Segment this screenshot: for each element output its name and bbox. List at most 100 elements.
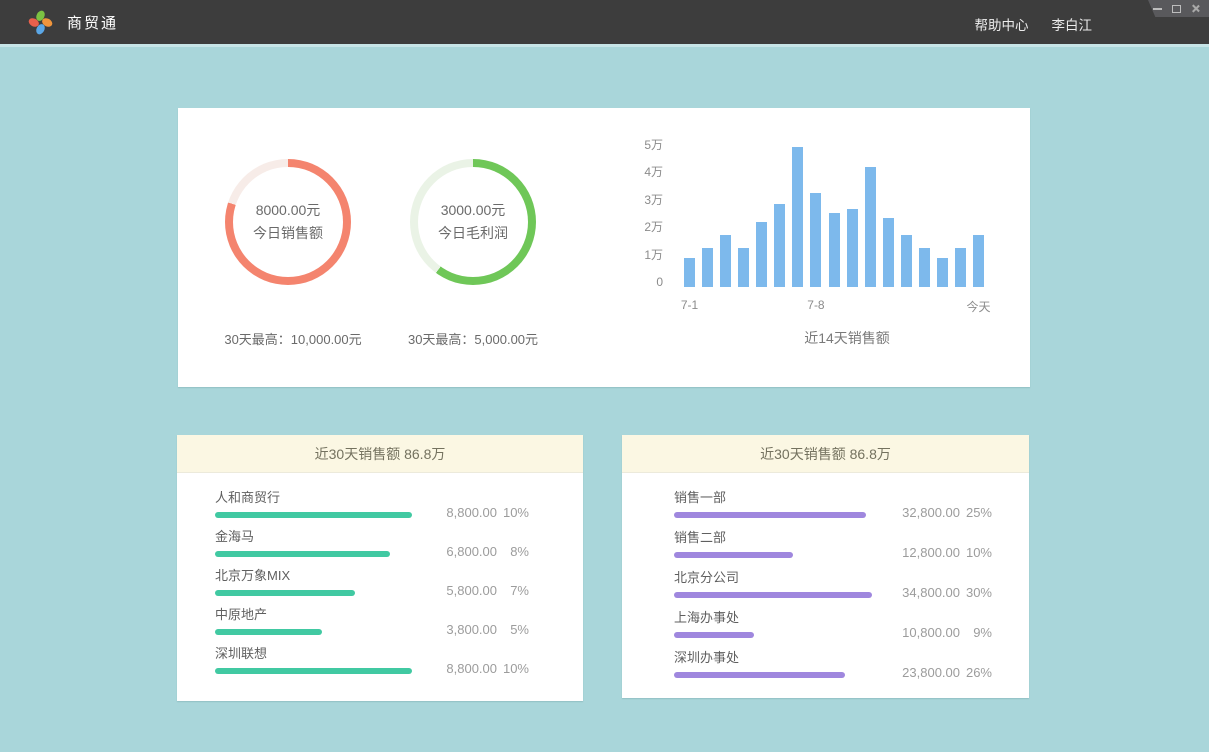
chart-bar bbox=[774, 204, 785, 287]
ranking-bar bbox=[215, 512, 412, 518]
ranking-value-group: 3,800.005% bbox=[421, 622, 529, 637]
ranking-value: 3,800.00 bbox=[421, 622, 497, 637]
chart-bar bbox=[684, 258, 695, 287]
ranking-value: 6,800.00 bbox=[421, 544, 497, 559]
donut-center: 8000.00元 今日销售额 bbox=[233, 167, 343, 277]
ranking-value: 8,800.00 bbox=[421, 661, 497, 676]
topbar: 商贸通 帮助中心 李白江 bbox=[0, 0, 1209, 47]
ranking-bar bbox=[215, 551, 390, 557]
ranking-percent: 30% bbox=[960, 585, 992, 600]
chart-bar bbox=[810, 193, 821, 287]
y-axis-tick-label: 4万 bbox=[640, 165, 663, 179]
donut-center: 3000.00元 今日毛利润 bbox=[418, 167, 528, 277]
ranking-row: 金海马 6,800.008% bbox=[215, 529, 583, 568]
ranking-percent: 8% bbox=[497, 544, 529, 559]
ranking-value-group: 32,800.0025% bbox=[884, 505, 992, 520]
ranking-row: 北京分公司 34,800.0030% bbox=[674, 570, 1029, 610]
chart-bar bbox=[955, 248, 966, 287]
ranking-name: 上海办事处 bbox=[674, 610, 1029, 625]
topbar-right: 帮助中心 李白江 bbox=[975, 0, 1093, 47]
ranking-value-group: 8,800.0010% bbox=[421, 505, 529, 520]
ranking-bar bbox=[674, 512, 866, 518]
profit-30d-max-label: 30天最高：5,000.00元 bbox=[408, 329, 538, 348]
today-profit-label: 今日毛利润 bbox=[438, 222, 508, 245]
ranking-row: 北京万象MIX 5,800.007% bbox=[215, 568, 583, 607]
chart-bar bbox=[919, 248, 930, 287]
ranking-row: 上海办事处 10,800.009% bbox=[674, 610, 1029, 650]
ranking-value: 8,800.00 bbox=[421, 505, 497, 520]
ranking-bar bbox=[674, 632, 754, 638]
ranking-percent: 10% bbox=[497, 505, 529, 520]
chart-bar bbox=[829, 213, 840, 287]
ranking-percent: 25% bbox=[960, 505, 992, 520]
x-axis-tick-label: 7-1 bbox=[681, 298, 698, 312]
ranking-header: 近30天销售额 86.8万 bbox=[177, 435, 583, 473]
ranking-bar bbox=[674, 552, 793, 558]
sales-14d-bar-chart: 近14天销售额 5万4万3万2万1万07-17-8今天 bbox=[640, 136, 1030, 371]
ranking-value: 32,800.00 bbox=[884, 505, 960, 520]
chart-bar bbox=[883, 218, 894, 287]
ranking-row: 深圳联想 8,800.0010% bbox=[215, 646, 583, 685]
y-axis-tick-label: 1万 bbox=[640, 248, 663, 262]
ranking-percent: 9% bbox=[960, 625, 992, 640]
today-profit-value: 3000.00元 bbox=[441, 199, 506, 222]
ranking-value-group: 5,800.007% bbox=[421, 583, 529, 598]
maximize-icon[interactable] bbox=[1172, 5, 1181, 13]
close-icon[interactable] bbox=[1191, 4, 1200, 13]
ranking-value-group: 6,800.008% bbox=[421, 544, 529, 559]
x-axis-tick-label: 今天 bbox=[966, 298, 990, 315]
ranking-row: 销售二部 12,800.0010% bbox=[674, 530, 1029, 570]
chart-bar bbox=[792, 147, 803, 287]
ranking-value: 5,800.00 bbox=[421, 583, 497, 598]
today-sales-donut-chart: 8000.00元 今日销售额 bbox=[225, 159, 351, 285]
ranking-value-group: 10,800.009% bbox=[884, 625, 992, 640]
window-controls bbox=[1148, 0, 1209, 17]
department-ranking-card: 近30天销售额 86.8万 销售一部 32,800.0025% 销售二部 12,… bbox=[622, 435, 1029, 698]
ranking-list: 人和商贸行 8,800.0010% 金海马 6,800.008% 北京万象MIX… bbox=[177, 473, 583, 685]
ranking-row: 人和商贸行 8,800.0010% bbox=[215, 490, 583, 529]
ranking-value: 34,800.00 bbox=[884, 585, 960, 600]
chart-bar bbox=[937, 258, 948, 287]
ranking-value-group: 8,800.0010% bbox=[421, 661, 529, 676]
ranking-bar bbox=[215, 590, 355, 596]
bar-group bbox=[684, 142, 984, 287]
ranking-list: 销售一部 32,800.0025% 销售二部 12,800.0010% 北京分公… bbox=[622, 473, 1029, 690]
y-axis-tick-label: 2万 bbox=[640, 220, 663, 234]
ranking-bar bbox=[674, 672, 845, 678]
ranking-bar bbox=[215, 668, 412, 674]
chart-bar bbox=[865, 167, 876, 287]
ranking-bar bbox=[215, 629, 322, 635]
chart-bar bbox=[756, 222, 767, 287]
ranking-percent: 10% bbox=[497, 661, 529, 676]
ranking-row: 中原地产 3,800.005% bbox=[215, 607, 583, 646]
help-center-link[interactable]: 帮助中心 bbox=[975, 14, 1029, 34]
chart-bar bbox=[901, 235, 912, 287]
chart-bar bbox=[720, 235, 731, 287]
chart-title: 近14天销售额 bbox=[804, 328, 890, 348]
chart-bar bbox=[702, 248, 713, 287]
app-logo-pinwheel-icon bbox=[27, 9, 54, 36]
customer-ranking-card: 近30天销售额 86.8万 人和商贸行 8,800.0010% 金海马 6,80… bbox=[177, 435, 583, 701]
ranking-row: 销售一部 32,800.0025% bbox=[674, 490, 1029, 530]
app-title: 商贸通 bbox=[67, 12, 118, 33]
ranking-header: 近30天销售额 86.8万 bbox=[622, 435, 1029, 473]
ranking-name: 销售二部 bbox=[674, 530, 1029, 545]
ranking-value: 12,800.00 bbox=[884, 545, 960, 560]
ranking-name: 中原地产 bbox=[215, 607, 583, 622]
minimize-icon[interactable] bbox=[1153, 8, 1162, 10]
ranking-percent: 5% bbox=[497, 622, 529, 637]
ranking-name: 金海马 bbox=[215, 529, 583, 544]
ranking-name: 北京万象MIX bbox=[215, 568, 583, 583]
ranking-row: 深圳办事处 23,800.0026% bbox=[674, 650, 1029, 690]
ranking-name: 深圳办事处 bbox=[674, 650, 1029, 665]
chart-bar bbox=[738, 248, 749, 287]
ranking-bar bbox=[674, 592, 872, 598]
ranking-name: 销售一部 bbox=[674, 490, 1029, 505]
ranking-name: 人和商贸行 bbox=[215, 490, 583, 505]
y-axis-tick-label: 3万 bbox=[640, 193, 663, 207]
user-name-link[interactable]: 李白江 bbox=[1052, 14, 1093, 34]
ranking-name: 深圳联想 bbox=[215, 646, 583, 661]
ranking-value: 10,800.00 bbox=[884, 625, 960, 640]
today-sales-value: 8000.00元 bbox=[256, 199, 321, 222]
ranking-value-group: 34,800.0030% bbox=[884, 585, 992, 600]
